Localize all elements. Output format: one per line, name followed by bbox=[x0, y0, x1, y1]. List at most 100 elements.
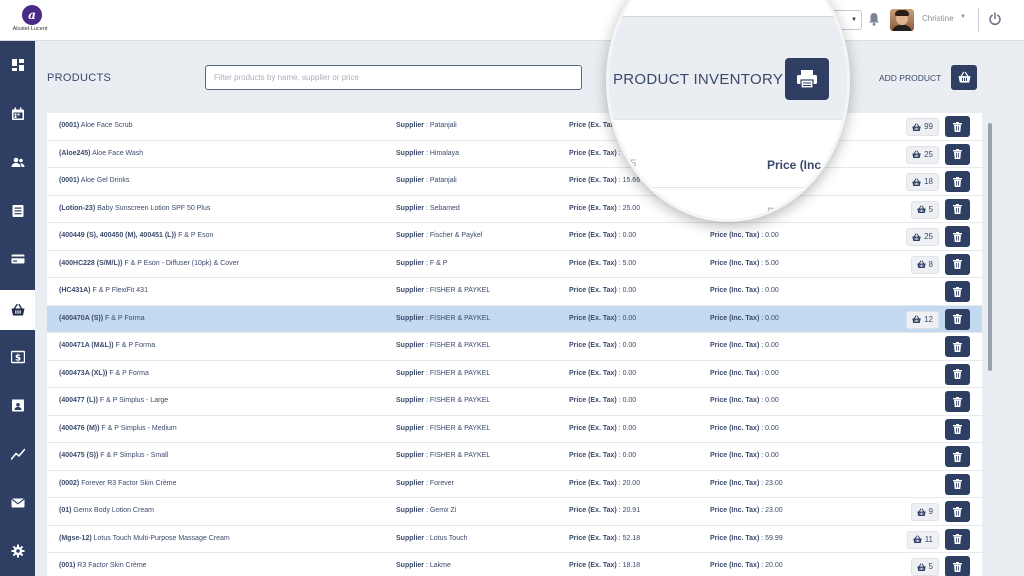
delete-button[interactable] bbox=[945, 171, 970, 192]
sidebar-item-mail[interactable] bbox=[0, 483, 35, 523]
delete-button[interactable] bbox=[945, 446, 970, 467]
stock-badge[interactable]: 99 bbox=[906, 118, 939, 136]
supplier-value: Lakme bbox=[429, 562, 451, 569]
sidebar-item-contacts[interactable] bbox=[0, 386, 35, 426]
price-ex-value: 0.00 bbox=[622, 232, 637, 239]
stock-badge[interactable]: 12 bbox=[906, 310, 939, 329]
table-row[interactable]: (0002) Forever R3 Factor Skin Crème Suppl… bbox=[47, 471, 982, 498]
price-inc-value: 5.00 bbox=[765, 259, 779, 267]
trash-icon bbox=[953, 231, 962, 242]
supplier-value: Sebamed bbox=[429, 204, 460, 212]
basket-icon bbox=[957, 71, 971, 83]
scrollbar[interactable] bbox=[988, 123, 992, 371]
price-inc-cell: Price (Inc. Tax) : 59.99 bbox=[710, 534, 783, 542]
price-ex-cell: Price (Ex. Tax) : 52.18 bbox=[569, 534, 641, 542]
delete-button[interactable] bbox=[945, 556, 970, 576]
search-input[interactable] bbox=[205, 65, 582, 90]
power-icon[interactable] bbox=[988, 12, 1002, 26]
user-menu-chevron-icon[interactable]: ▼ bbox=[960, 14, 966, 20]
stock-badge[interactable]: 9 bbox=[910, 503, 939, 521]
supplier-label: Supplier bbox=[396, 204, 425, 212]
table-row[interactable]: (400HC228 (S/M/L)) F & P Eson - Diffuser… bbox=[47, 251, 982, 278]
product-code: (400470A (S)) bbox=[59, 314, 104, 322]
delete-button[interactable] bbox=[945, 473, 970, 495]
price-ex-label: Price (Ex. Tax) bbox=[569, 397, 617, 404]
stock-badge[interactable]: 25 bbox=[906, 145, 939, 164]
product-name: (400471A (M&L)) F & P Forma bbox=[59, 342, 155, 349]
add-product-label[interactable]: ADD PRODUCT bbox=[879, 73, 941, 83]
stock-badge[interactable]: 8 bbox=[910, 255, 939, 274]
product-code: (400477 (L)) bbox=[59, 397, 98, 404]
table-row[interactable]: (01) Gemx Body Lotion Cream Supplier : Ge… bbox=[47, 498, 982, 526]
trash-icon bbox=[953, 396, 962, 407]
delete-button[interactable] bbox=[945, 501, 970, 522]
table-row[interactable]: (HC431A) F & P FlexiFit 431 Supplier : FI… bbox=[47, 278, 982, 306]
table-row[interactable]: (001) R3 Factor Skin Crème Supplier : Lak… bbox=[47, 553, 982, 576]
price-inc-label: Price (Inc. Tax) bbox=[710, 452, 760, 459]
price-inc-value: 0.00 bbox=[765, 452, 779, 459]
product-code: (Mgse-12) bbox=[59, 534, 92, 542]
sidebar-item-users[interactable] bbox=[0, 142, 35, 182]
print-inventory-button[interactable] bbox=[785, 58, 829, 100]
stock-count: 25 bbox=[924, 232, 933, 241]
stock-badge[interactable]: 11 bbox=[906, 530, 939, 549]
table-row[interactable]: (400470A (S)) F & P Forma Supplier : FISH… bbox=[47, 305, 982, 333]
price-inc-cell: Price (Inc. Tax) : 0.00 bbox=[710, 287, 779, 294]
delete-button[interactable] bbox=[945, 281, 970, 302]
supplier-label: Supplier bbox=[396, 562, 425, 569]
delete-button[interactable] bbox=[945, 253, 970, 275]
sidebar-item-analytics[interactable] bbox=[0, 434, 35, 474]
delete-button[interactable] bbox=[945, 336, 970, 357]
sidebar-item-list[interactable] bbox=[0, 191, 35, 231]
bell-icon[interactable] bbox=[868, 12, 880, 26]
delete-button[interactable] bbox=[945, 418, 970, 440]
delete-button[interactable] bbox=[945, 226, 970, 247]
supplier-cell: Supplier : F & P bbox=[396, 259, 448, 267]
stock-badge[interactable]: 5 bbox=[910, 558, 939, 576]
delete-button[interactable] bbox=[945, 391, 970, 412]
stock-badge[interactable]: 25 bbox=[906, 228, 939, 246]
stock-badge[interactable]: 18 bbox=[906, 173, 939, 191]
basket-icon bbox=[916, 508, 926, 516]
sidebar-item-settings[interactable] bbox=[0, 531, 35, 571]
table-row[interactable]: (400473A (XL)) F & P Forma Supplier : FIS… bbox=[47, 361, 982, 388]
table-row[interactable]: (400476 (M)) F & P Simplus - Medium Suppl… bbox=[47, 416, 982, 443]
delete-button[interactable] bbox=[945, 198, 970, 220]
sidebar-item-calendar[interactable] bbox=[0, 94, 35, 134]
product-name: (400449 (S), 400450 (M), 400451 (L)) F &… bbox=[59, 232, 213, 239]
table-row[interactable]: (400471A (M&L)) F & P Forma Supplier : FI… bbox=[47, 333, 982, 361]
sidebar-item-products[interactable] bbox=[0, 290, 35, 330]
sidebar-item-billing[interactable]: $ bbox=[0, 337, 35, 377]
supplier-value: Fischer & Paykel bbox=[429, 232, 483, 239]
add-product-button[interactable] bbox=[951, 65, 977, 90]
product-code: (400449 (S), 400450 (M), 400451 (L)) bbox=[59, 232, 177, 239]
delete-button[interactable] bbox=[945, 143, 970, 165]
delete-button[interactable] bbox=[945, 528, 970, 550]
price-inc-cell: Price (Inc. Tax) : 0.00 bbox=[710, 342, 779, 349]
price-inc-cell: Price (Inc. Tax) : 0.00 bbox=[710, 452, 779, 459]
table-row[interactable]: (400477 (L)) F & P Simplus - Large Suppli… bbox=[47, 388, 982, 416]
delete-button[interactable] bbox=[945, 363, 970, 385]
supplier-label: Supplier bbox=[396, 342, 425, 349]
table-row[interactable]: (400449 (S), 400450 (M), 400451 (L)) F &… bbox=[47, 223, 982, 251]
sidebar-item-dashboard[interactable] bbox=[0, 45, 35, 85]
stock-badge[interactable]: 5 bbox=[910, 200, 939, 219]
sidebar-item-cards[interactable] bbox=[0, 239, 35, 279]
user-name[interactable]: Christine bbox=[922, 14, 954, 23]
supplier-label: Supplier bbox=[396, 259, 425, 267]
delete-button[interactable] bbox=[945, 116, 970, 137]
supplier-value: FISHER & PAYKEL bbox=[429, 397, 491, 404]
table-row[interactable]: (400475 (S)) F & P Simplus - Small Suppli… bbox=[47, 443, 982, 471]
basket-icon bbox=[916, 260, 926, 269]
price-ex-cell: Price (Ex. Tax) : 0.00 bbox=[569, 452, 637, 459]
brand-logo[interactable]: a Alcatel·Lucent bbox=[12, 5, 52, 37]
chevron-down-icon: ▼ bbox=[851, 17, 857, 23]
price-ex-cell: Price (Ex. Tax) : 0.00 bbox=[569, 424, 637, 432]
delete-button[interactable] bbox=[945, 308, 970, 330]
supplier-cell: Supplier : FISHER & PAYKEL bbox=[396, 424, 491, 432]
avatar[interactable] bbox=[890, 9, 914, 31]
svg-text:$: $ bbox=[14, 354, 20, 364]
basket-icon bbox=[912, 178, 921, 186]
supplier-cell: Supplier : FISHER & PAYKEL bbox=[396, 287, 491, 294]
table-row[interactable]: (Mgse-12) Lotus Touch Multi-Purpose Mass… bbox=[47, 526, 982, 553]
